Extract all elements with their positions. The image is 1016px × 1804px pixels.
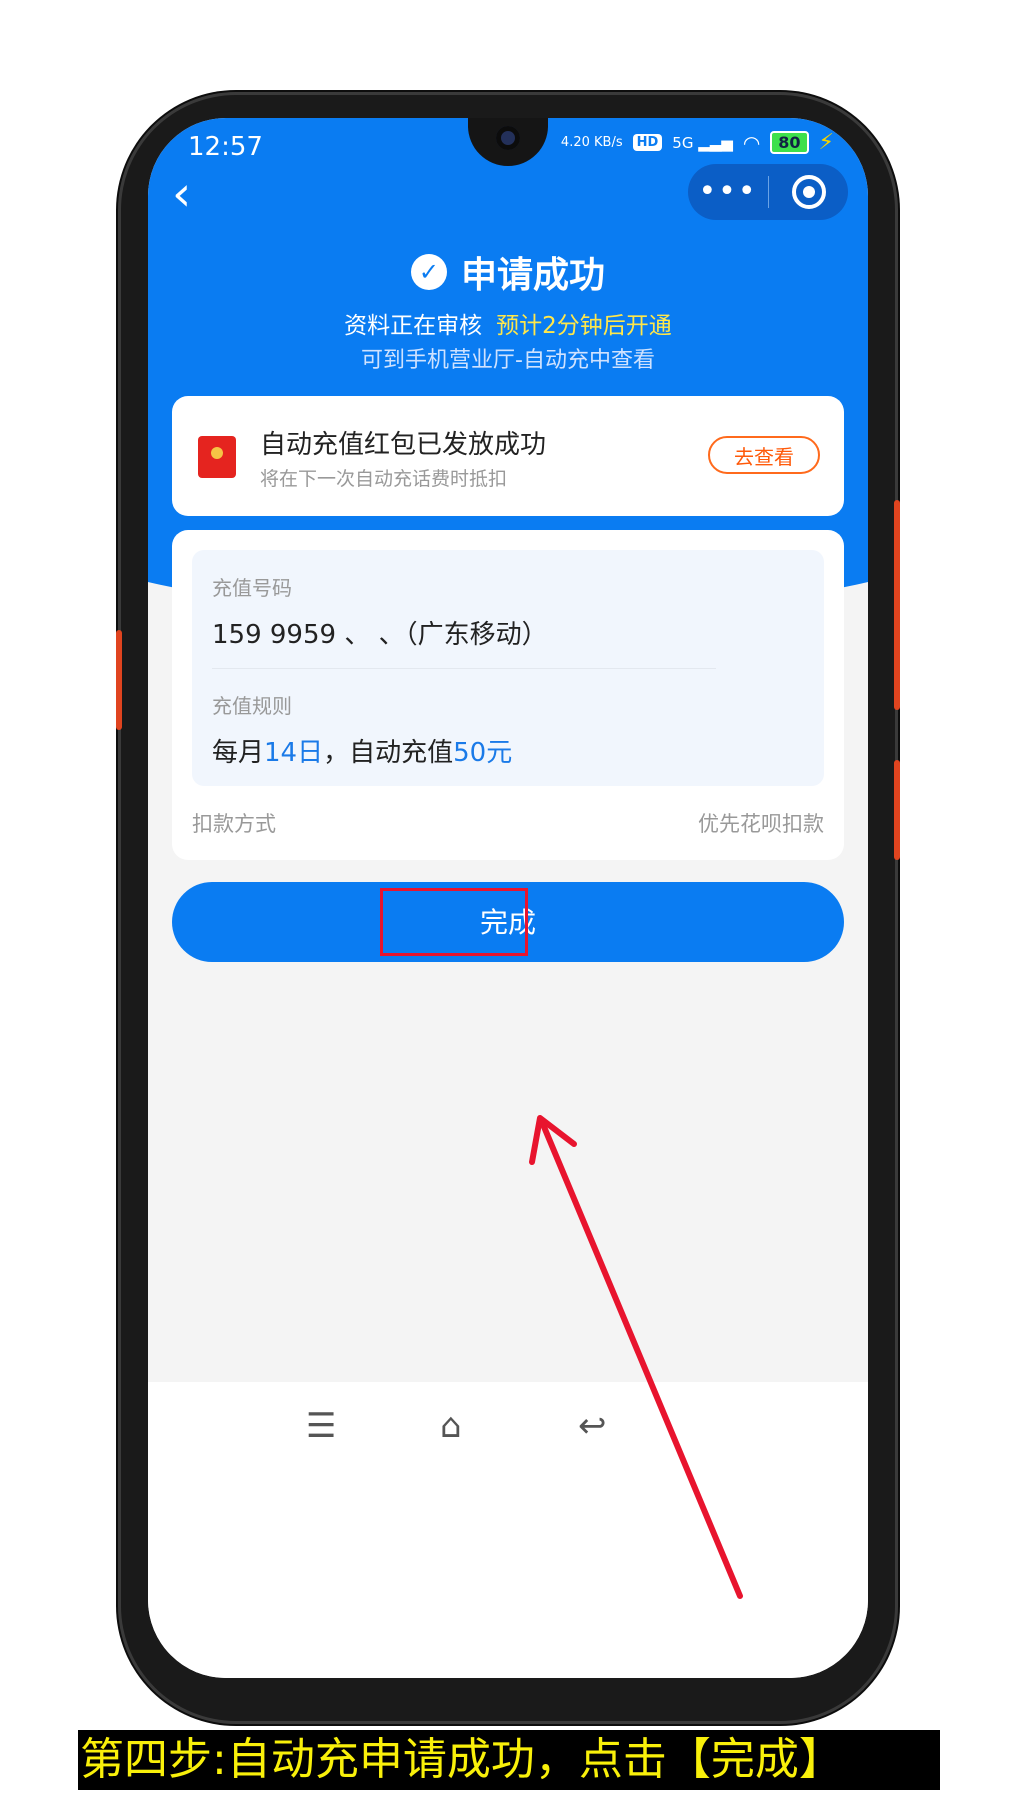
side-button [894,760,900,860]
review-text: 资料正在审核 [344,313,483,339]
signal-icon: 5G ▂▃▅ [672,133,733,152]
hd-icon: HD [632,134,663,151]
redpacket-title: 自动充值红包已发放成功 [260,430,547,460]
number-label: 充值号码 [212,576,292,600]
return-icon[interactable]: ↩ [578,1406,607,1446]
check-circle-icon: ✓ [410,254,447,290]
rule-label: 充值规则 [212,694,292,718]
payment-label: 扣款方式 [192,812,276,836]
view-redpacket-button[interactable]: 去查看 [708,436,820,474]
charging-icon: ⚡ [818,130,834,155]
recharge-details: 充值号码 159 9959 、 、（广东移动） 充值规则 每月14日，自动充值5… [192,550,824,786]
back-icon[interactable]: ‹ [172,170,191,218]
volume-button [116,630,122,730]
network-speed: 4.20 KB/s [560,135,623,150]
close-miniprogram-button[interactable] [769,175,848,209]
recharge-info-card: 充值号码 159 9959 、 、（广东移动） 充值规则 每月14日，自动充值5… [172,530,844,860]
menu-icon[interactable]: ☰ [306,1406,336,1446]
red-packet-icon [198,436,236,478]
wifi-icon: ◠ [742,130,761,155]
page-title: 申请成功 [460,255,605,296]
redpacket-subtitle: 将在下一次自动充话费时抵扣 [260,468,508,490]
front-camera [496,126,520,150]
tutorial-caption: 第四步:自动充申请成功，点击【完成】 [78,1730,940,1790]
success-title-row: ✓ 申请成功 [148,246,868,298]
status-icons: 4.20 KB/s HD 5G ▂▃▅ ◠ 80 ⚡ [561,130,834,155]
status-time: 12:57 [188,132,263,162]
redpacket-card: 自动充值红包已发放成功 将在下一次自动充话费时抵扣 去查看 [172,396,844,516]
more-icon[interactable]: ••• [688,164,768,220]
miniprogram-capsule: ••• [688,164,848,220]
payment-value: 优先花呗扣款 [698,812,824,836]
divider [212,668,716,669]
tutorial-highlight-box [380,888,528,956]
hint-text: 可到手机营业厅-自动充中查看 [361,348,655,373]
phone-screen: 12:57 4.20 KB/s HD 5G ▂▃▅ ◠ 80 ⚡ ‹ ••• ✓… [148,118,868,1678]
system-navigation-bar: ☰ ⌂ ↩ [148,1382,868,1678]
eta-text: 预计2分钟后开通 [496,313,672,339]
battery-icon: 80 [770,131,809,154]
rule-day: 14日 [264,738,324,768]
power-button [894,500,900,710]
target-icon [791,175,826,209]
home-icon[interactable]: ⌂ [440,1406,462,1446]
rule-value: 每月14日，自动充值50元 [212,738,513,768]
rule-amount: 50元 [453,738,513,768]
status-message: 资料正在审核 预计2分钟后开通 [148,306,868,340]
number-value: 159 9959 、 、（广东移动） [212,620,548,650]
